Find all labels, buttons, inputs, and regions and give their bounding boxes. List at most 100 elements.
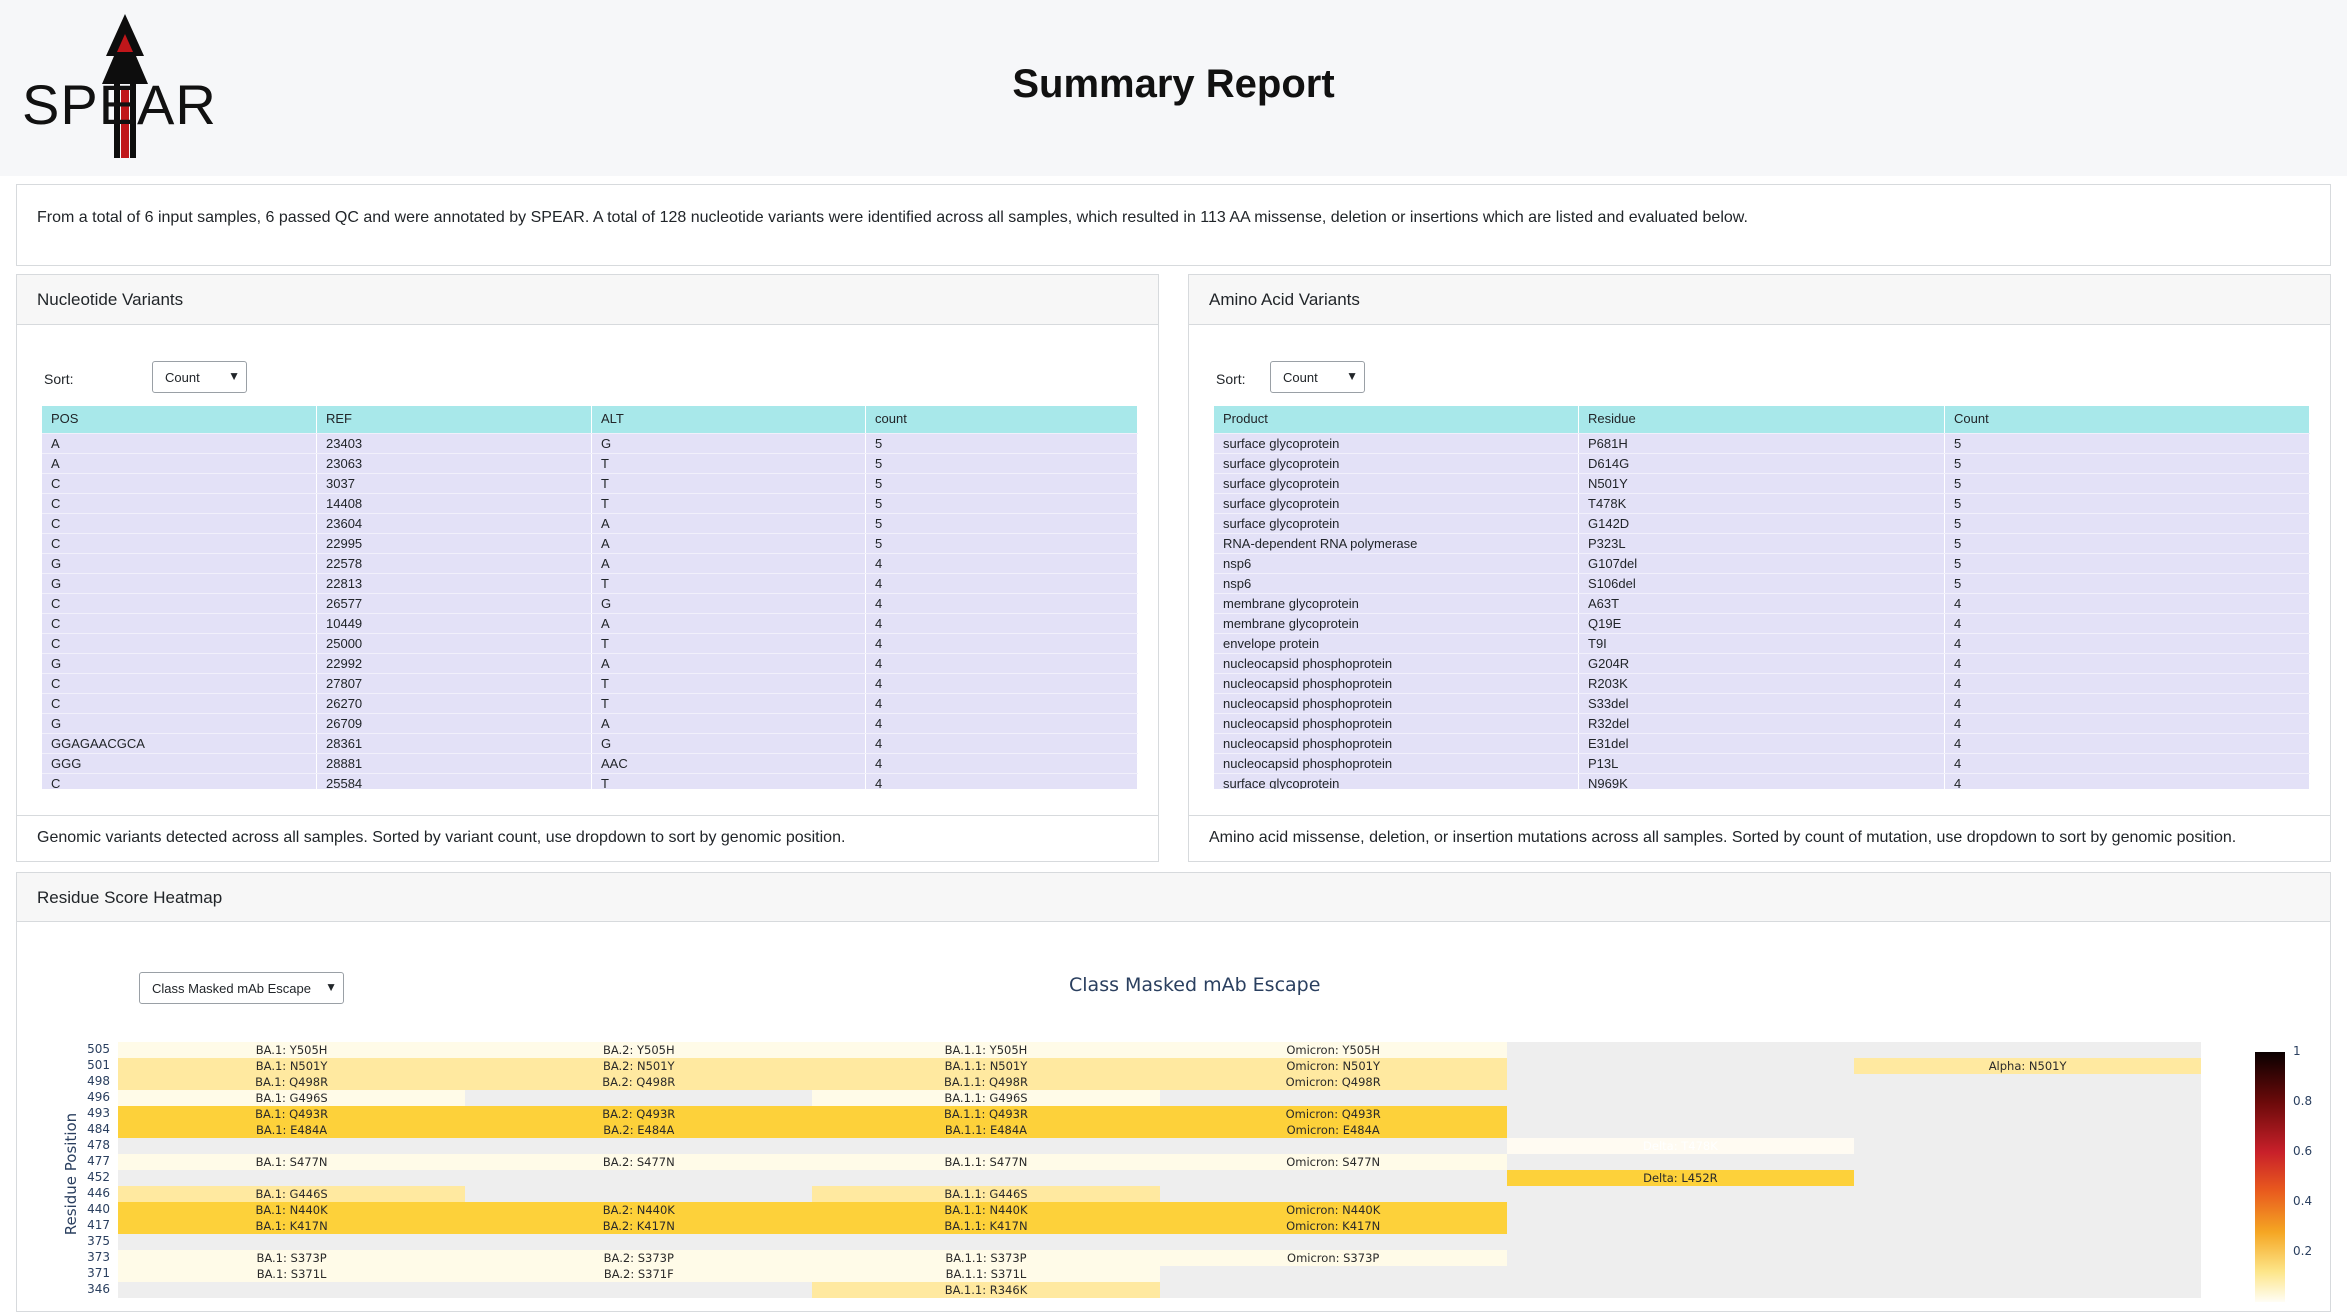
- heatmap-cell[interactable]: BA.1.1: G446S: [812, 1186, 1160, 1202]
- table-cell: C: [42, 514, 317, 533]
- nucleotide-column-header[interactable]: POS: [42, 406, 317, 433]
- heatmap-cell[interactable]: Omicron: S477N: [1159, 1154, 1507, 1170]
- heatmap-cell[interactable]: BA.2: K417N: [465, 1218, 813, 1234]
- nucleotide-column-header[interactable]: ALT: [592, 406, 866, 433]
- heatmap-cell[interactable]: Omicron: Q498R: [1159, 1074, 1507, 1090]
- heatmap-cell[interactable]: BA.1: G496S: [118, 1090, 466, 1106]
- heatmap-cell[interactable]: BA.1: Y505H: [118, 1042, 466, 1058]
- nucleotide-column-header[interactable]: REF: [317, 406, 592, 433]
- heatmap-cell[interactable]: BA.1: N501Y: [118, 1058, 466, 1074]
- table-cell: 4: [866, 774, 1138, 789]
- heatmap-cell[interactable]: BA.1.1: S477N: [812, 1154, 1160, 1170]
- nucleotide-sort-label: Sort:: [44, 371, 74, 387]
- table-cell: 5: [1945, 474, 2310, 493]
- table-cell: N969K: [1579, 774, 1945, 789]
- heatmap-cell[interactable]: BA.1.1: K417N: [812, 1218, 1160, 1234]
- table-cell: 5: [866, 434, 1138, 453]
- heatmap-cell[interactable]: Omicron: N440K: [1159, 1202, 1507, 1218]
- table-cell: T: [592, 574, 866, 593]
- heatmap-cell[interactable]: Omicron: N501Y: [1159, 1058, 1507, 1074]
- heatmap-cell[interactable]: BA.1.1: R346K: [812, 1282, 1160, 1298]
- heatmap-cell[interactable]: BA.1: K417N: [118, 1218, 466, 1234]
- heatmap-cell[interactable]: BA.1.1: N440K: [812, 1202, 1160, 1218]
- heatmap-cell[interactable]: BA.1.1: N501Y: [812, 1058, 1160, 1074]
- table-cell: 4: [1945, 674, 2310, 693]
- table-cell: 5: [1945, 554, 2310, 573]
- amino-acid-variants-table[interactable]: Product Residue Count surface glycoprotein P…: [1214, 406, 2310, 789]
- table-cell: 26709: [317, 714, 592, 733]
- heatmap-cell[interactable]: BA.1.1: Q493R: [812, 1106, 1160, 1122]
- heatmap-cell[interactable]: BA.2: N501Y: [465, 1058, 813, 1074]
- table-cell: R203K: [1579, 674, 1945, 693]
- y-tick-label: 498: [87, 1074, 110, 1088]
- table-row: G 22578 A 4: [42, 553, 1138, 573]
- amino-column-header[interactable]: Residue: [1579, 406, 1945, 433]
- heatmap-cell[interactable]: Omicron: Q493R: [1159, 1106, 1507, 1122]
- heatmap-cell[interactable]: Omicron: S373P: [1159, 1250, 1507, 1266]
- heatmap-cell[interactable]: BA.1: Q493R: [118, 1106, 466, 1122]
- heatmap-cell[interactable]: BA.1: N440K: [118, 1202, 466, 1218]
- heatmap-cell[interactable]: Omicron: K417N: [1159, 1218, 1507, 1234]
- heatmap-cell[interactable]: Omicron: Y505H: [1159, 1042, 1507, 1058]
- heatmap-cell[interactable]: BA.1.1: S371L: [812, 1266, 1160, 1282]
- table-cell: 5: [1945, 434, 2310, 453]
- heatmap-cell[interactable]: BA.2: S477N: [465, 1154, 813, 1170]
- amino-acid-variants-caption: Amino acid missense, deletion, or insert…: [1209, 829, 2237, 846]
- nucleotide-sort-dropdown[interactable]: Count ▼: [152, 361, 247, 393]
- heatmap-cell[interactable]: BA.1: S477N: [118, 1154, 466, 1170]
- table-row: C 26270 T 4: [42, 693, 1138, 713]
- heatmap-cell[interactable]: Omicron: E484A: [1159, 1122, 1507, 1138]
- table-row: C 10449 A 4: [42, 613, 1138, 633]
- table-cell: nucleocapsid phosphoprotein: [1214, 734, 1579, 753]
- table-cell: S33del: [1579, 694, 1945, 713]
- colorbar-tick-label: 0.2: [2293, 1244, 2313, 1258]
- heatmap-cell[interactable]: BA.1: S371L: [118, 1266, 466, 1282]
- table-cell: G: [42, 554, 317, 573]
- table-cell: T: [592, 474, 866, 493]
- table-row: membrane glycoprotein Q19E 4: [1214, 613, 2310, 633]
- heatmap-cell[interactable]: BA.2: N440K: [465, 1202, 813, 1218]
- heatmap-cell[interactable]: BA.1: Q498R: [118, 1074, 466, 1090]
- table-cell: 4: [866, 574, 1138, 593]
- table-cell: G: [592, 434, 866, 453]
- y-tick-label: 484: [87, 1122, 110, 1136]
- table-cell: R32del: [1579, 714, 1945, 733]
- heatmap-cell[interactable]: Alpha: N501Y: [1854, 1058, 2202, 1074]
- table-row: nsp6 G107del 5: [1214, 553, 2310, 573]
- nucleotide-variants-table[interactable]: POS REF ALT count A 23403 G 5 A 23063 T 5 C 3037 T 5 C 14…: [42, 406, 1138, 789]
- amino-sort-value: Count: [1283, 370, 1318, 385]
- heatmap-cell[interactable]: BA.2: Q493R: [465, 1106, 813, 1122]
- nucleotide-column-header[interactable]: count: [866, 406, 1138, 433]
- heatmap-cell[interactable]: BA.2: Q498R: [465, 1074, 813, 1090]
- table-cell: 4: [866, 674, 1138, 693]
- heatmap-cell[interactable]: BA.1: S373P: [118, 1250, 466, 1266]
- table-cell: G: [42, 714, 317, 733]
- residue-heatmap-card: Residue Score Heatmap Class Masked mAb E…: [16, 872, 2331, 1312]
- heatmap-cell[interactable]: BA.2: S373P: [465, 1250, 813, 1266]
- heatmap-cell[interactable]: BA.1: E484A: [118, 1122, 466, 1138]
- table-cell: 4: [866, 754, 1138, 773]
- y-tick-label: 477: [87, 1154, 110, 1168]
- heatmap-cell[interactable]: BA.1: G446S: [118, 1186, 466, 1202]
- amino-sort-dropdown[interactable]: Count ▼: [1270, 361, 1365, 393]
- table-row: membrane glycoprotein A63T 4: [1214, 593, 2310, 613]
- heatmap-cell[interactable]: Delta: L452R: [1506, 1170, 1854, 1186]
- heatmap-plot[interactable]: 505 501 498 496 493 484 478 477 452 446 440 417 375 3…: [17, 873, 2332, 1313]
- y-tick-label: 496: [87, 1090, 110, 1104]
- heatmap-cell[interactable]: BA.1.1: Q498R: [812, 1074, 1160, 1090]
- heatmap-cell[interactable]: Delta: T478K: [1506, 1138, 1854, 1154]
- heatmap-cell[interactable]: BA.2: Y505H: [465, 1042, 813, 1058]
- heatmap-cell[interactable]: BA.1.1: S373P: [812, 1250, 1160, 1266]
- heatmap-cell[interactable]: BA.2: S371F: [465, 1266, 813, 1282]
- amino-column-header[interactable]: Count: [1945, 406, 2310, 433]
- table-cell: nucleocapsid phosphoprotein: [1214, 714, 1579, 733]
- amino-column-header[interactable]: Product: [1214, 406, 1579, 433]
- heatmap-cell[interactable]: BA.1.1: Y505H: [812, 1042, 1160, 1058]
- table-row: A 23063 T 5: [42, 453, 1138, 473]
- heatmap-cell[interactable]: BA.1.1: E484A: [812, 1122, 1160, 1138]
- colorbar-tick-label: 0.4: [2293, 1194, 2313, 1208]
- heatmap-cell[interactable]: BA.2: E484A: [465, 1122, 813, 1138]
- table-cell: 5: [866, 514, 1138, 533]
- nucleotide-variants-header: Nucleotide Variants: [17, 275, 1158, 325]
- heatmap-cell[interactable]: BA.1.1: G496S: [812, 1090, 1160, 1106]
